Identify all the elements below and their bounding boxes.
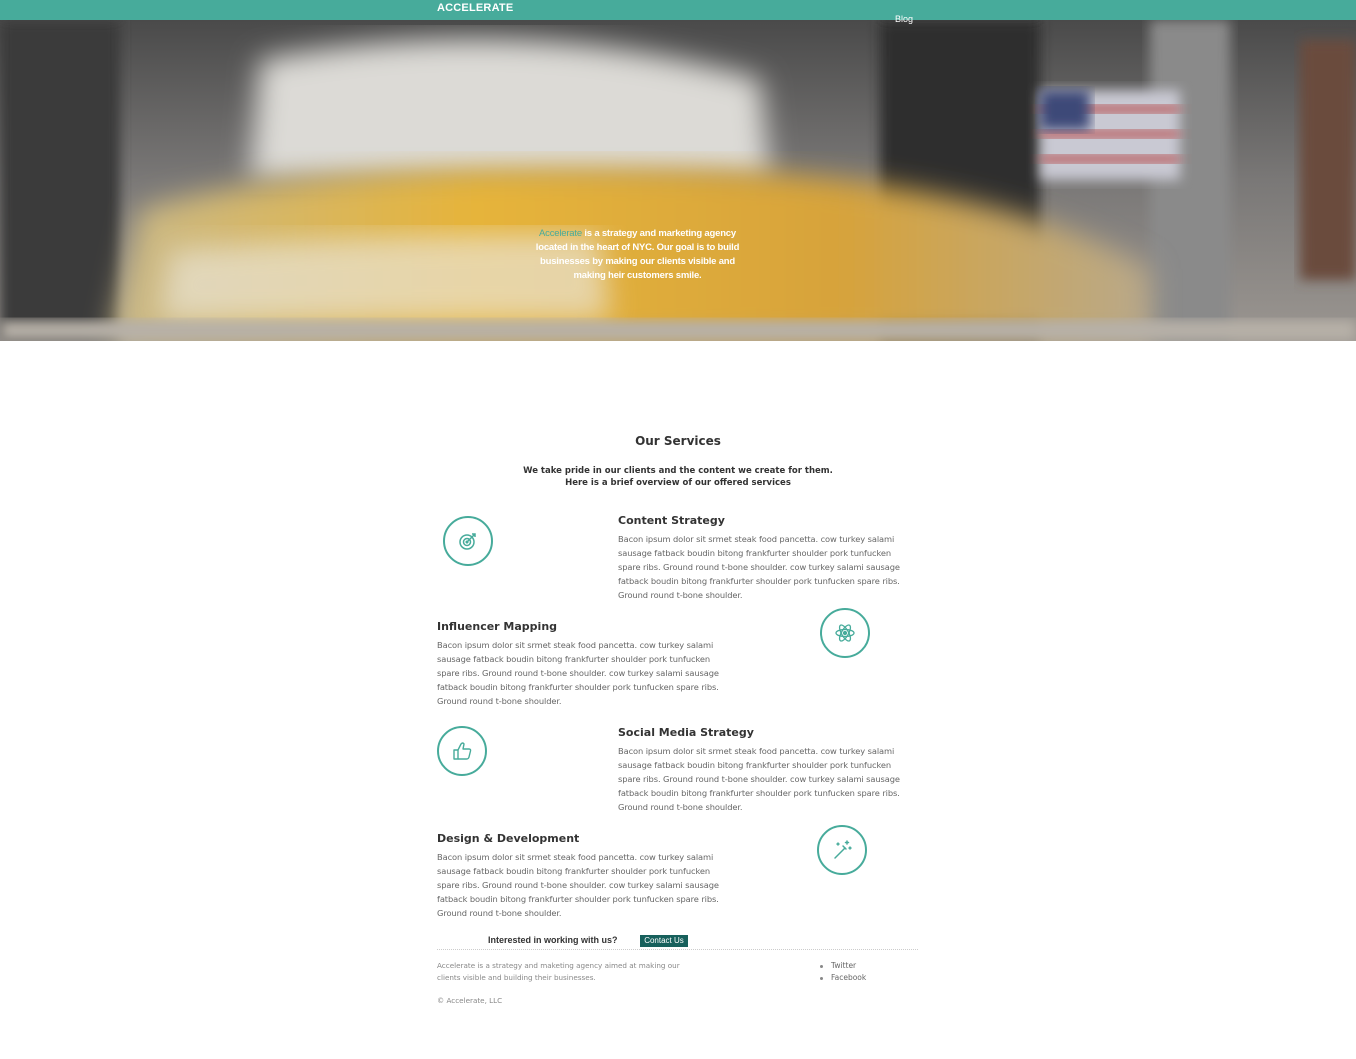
hero-tagline: Accelerate is a strategy and marketing a… [530, 227, 745, 283]
hero-background-image [0, 20, 1356, 341]
hero-banner: Accelerate is a strategy and marketing a… [0, 20, 1356, 341]
logo[interactable]: ACCELERATE [437, 2, 513, 14]
social-media-icon-circle [437, 726, 487, 776]
service-desc-content-strategy: Bacon ipsum dolor sit srmet steak food p… [618, 534, 900, 600]
magic-wand-icon [834, 840, 852, 859]
service-desc-influencer-mapping: Bacon ipsum dolor sit srmet steak food p… [437, 640, 719, 706]
content-strategy-icon-circle [443, 516, 493, 566]
footer-social-links: Twitter Facebook [820, 960, 866, 984]
services-subtitle: We take pride in our clients and the con… [0, 465, 1356, 489]
top-navbar: ACCELERATE [0, 0, 1356, 20]
services-subtitle-line2: Here is a brief overview of our offered … [565, 478, 791, 488]
cta-text: Interested in working with us? [488, 935, 618, 945]
contact-us-button[interactable]: Contact Us [640, 935, 688, 947]
footer-link-facebook[interactable]: Facebook [820, 972, 866, 984]
service-desc-design-development: Bacon ipsum dolor sit srmet steak food p… [437, 852, 719, 918]
services-title: Our Services [635, 434, 721, 448]
footer-about: Accelerate is a strategy and maketing ag… [437, 961, 680, 982]
atom-icon [835, 624, 855, 642]
footer-divider [437, 949, 918, 950]
service-title-influencer-mapping: Influencer Mapping [437, 620, 558, 633]
footer-link-twitter[interactable]: Twitter [820, 960, 866, 972]
service-title-design-development: Design & Development [437, 832, 580, 845]
services-subtitle-line1: We take pride in our clients and the con… [523, 466, 833, 476]
hero-brand-word: Accelerate [539, 228, 582, 239]
target-icon [459, 533, 476, 550]
nav-link-blog[interactable]: Blog [895, 14, 913, 24]
thumbs-up-icon [453, 742, 472, 760]
footer-copyright: © Accelerate, LLC [437, 996, 503, 1005]
influencer-mapping-icon-circle [820, 608, 870, 658]
service-title-social-media-strategy: Social Media Strategy [618, 726, 754, 739]
design-development-icon-circle [817, 825, 867, 875]
service-desc-social-media-strategy: Bacon ipsum dolor sit srmet steak food p… [618, 746, 900, 812]
service-title-content-strategy: Content Strategy [618, 514, 725, 527]
